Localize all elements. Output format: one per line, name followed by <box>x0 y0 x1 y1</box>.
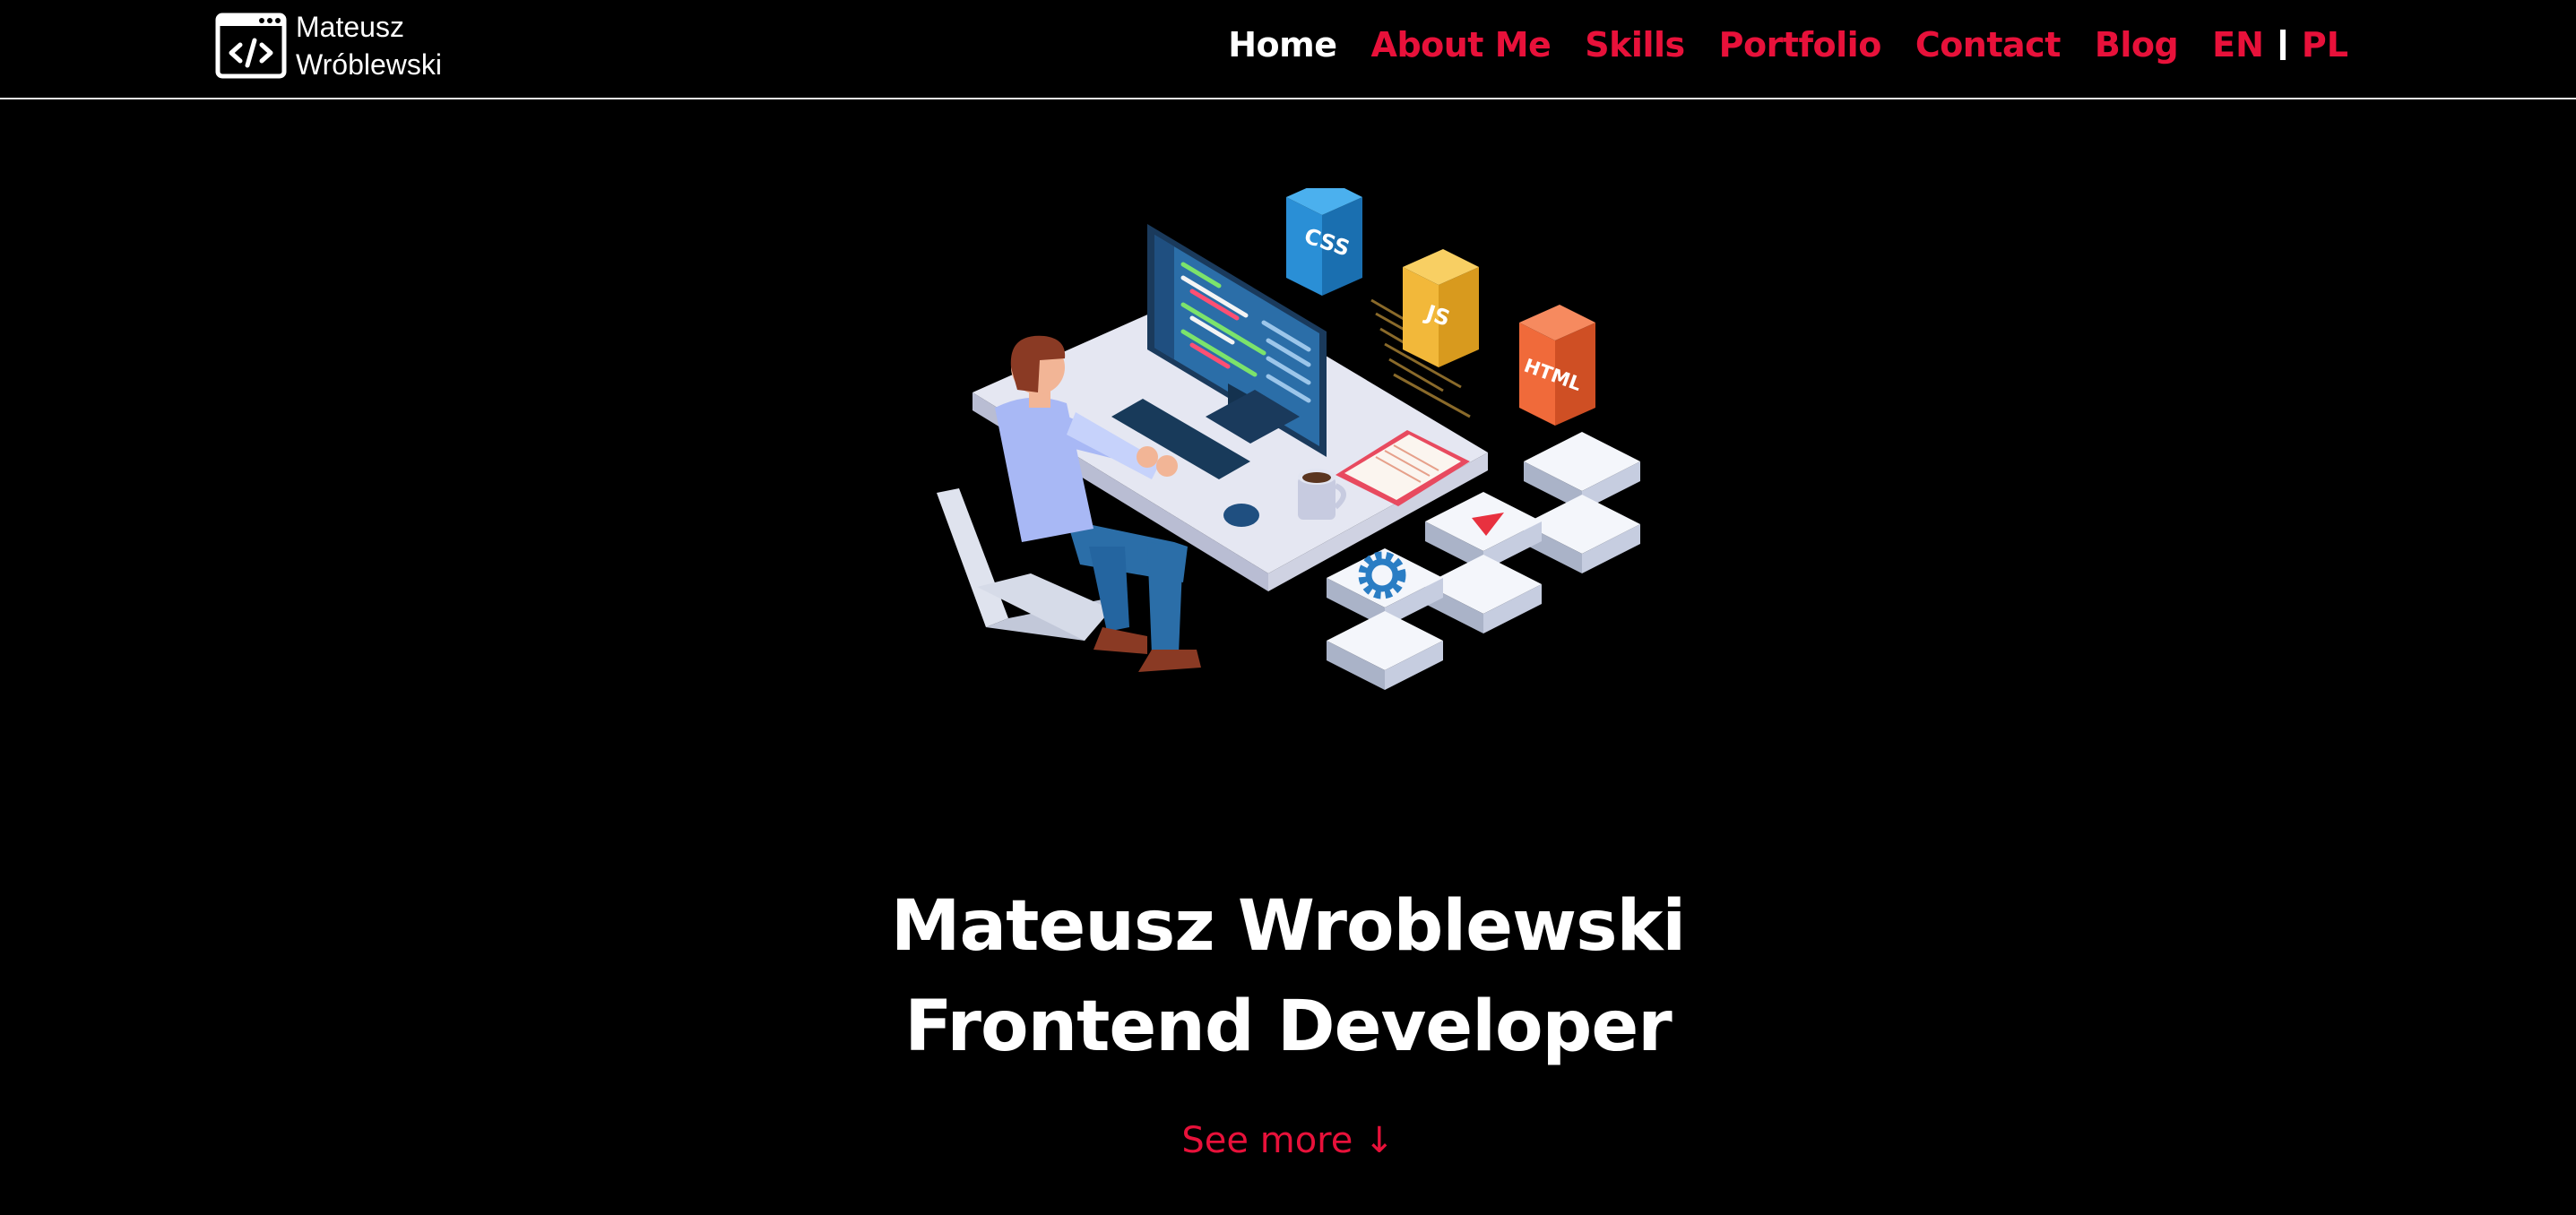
html-badge: HTML <box>1519 305 1595 426</box>
brand-logo-link[interactable]: Mateusz Wróblewski <box>215 8 442 83</box>
js-badge: JS <box>1403 249 1479 367</box>
hero-role: Frontend Developer <box>904 987 1673 1067</box>
hero-heading: Mateusz Wroblewski Frontend Developer <box>0 876 2576 1077</box>
hero-name: Mateusz Wroblewski <box>890 886 1686 967</box>
nav-contact[interactable]: Contact <box>1915 25 2062 65</box>
page: Mateusz Wróblewski Home About Me Skills … <box>0 0 2576 1215</box>
nav-portfolio[interactable]: Portfolio <box>1719 25 1882 65</box>
nav-home[interactable]: Home <box>1228 25 1337 65</box>
mouse <box>1223 504 1259 527</box>
brand-last-name: Wróblewski <box>296 48 442 81</box>
developer-at-desk-illustration: CSS JS HTML <box>937 188 1640 690</box>
lang-pl-link[interactable]: PL <box>2302 25 2348 65</box>
lang-separator <box>2279 30 2286 60</box>
brand-first-name: Mateusz <box>296 11 404 43</box>
see-more-link[interactable]: See more ↓ <box>0 1120 2576 1161</box>
nav-skills[interactable]: Skills <box>1585 25 1685 65</box>
site-header: Mateusz Wróblewski Home About Me Skills … <box>0 0 2576 99</box>
main-nav: Home About Me Skills Portfolio Contact B… <box>1228 18 2348 72</box>
language-switcher: EN PL <box>2212 25 2348 65</box>
nav-about-me[interactable]: About Me <box>1371 25 1552 65</box>
css-badge: CSS <box>1286 188 1362 296</box>
nav-blog[interactable]: Blog <box>2095 25 2179 65</box>
code-window-icon <box>215 13 287 79</box>
brand-name: Mateusz Wróblewski <box>296 8 442 83</box>
lang-en-link[interactable]: EN <box>2212 25 2264 65</box>
